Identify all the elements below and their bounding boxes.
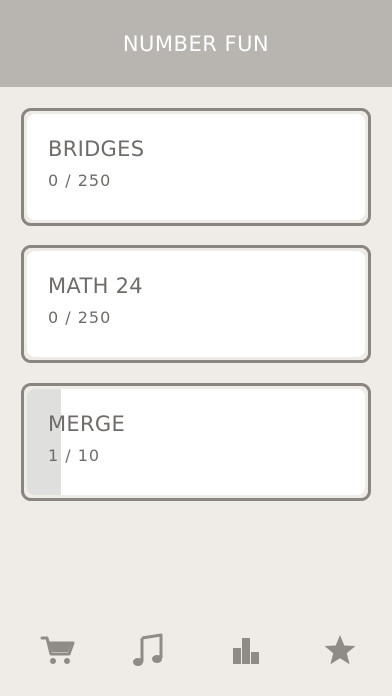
game-title: MERGE xyxy=(48,412,126,436)
card-face: MERGE 1 / 10 xyxy=(27,389,365,495)
app-header: NUMBER FUN xyxy=(0,0,392,87)
progress-fill xyxy=(27,389,61,495)
bottom-nav xyxy=(0,620,392,680)
game-card-bridges[interactable]: BRIDGES 0 / 250 xyxy=(21,108,371,226)
game-title: MATH 24 xyxy=(48,274,143,298)
game-card-merge[interactable]: MERGE 1 / 10 xyxy=(21,383,371,501)
card-face: MATH 24 0 / 250 xyxy=(27,251,365,357)
game-score: 1 / 10 xyxy=(48,446,101,465)
game-card-math24[interactable]: MATH 24 0 / 250 xyxy=(21,245,371,363)
game-title: BRIDGES xyxy=(48,137,145,161)
game-score: 0 / 250 xyxy=(48,308,112,327)
game-score: 0 / 250 xyxy=(48,171,112,190)
bar-chart-icon[interactable] xyxy=(228,632,264,668)
page-title: NUMBER FUN xyxy=(122,31,270,56)
card-face: BRIDGES 0 / 250 xyxy=(27,114,365,220)
music-note-icon[interactable] xyxy=(130,632,166,668)
cart-icon[interactable] xyxy=(40,632,76,668)
star-icon[interactable] xyxy=(322,632,358,668)
